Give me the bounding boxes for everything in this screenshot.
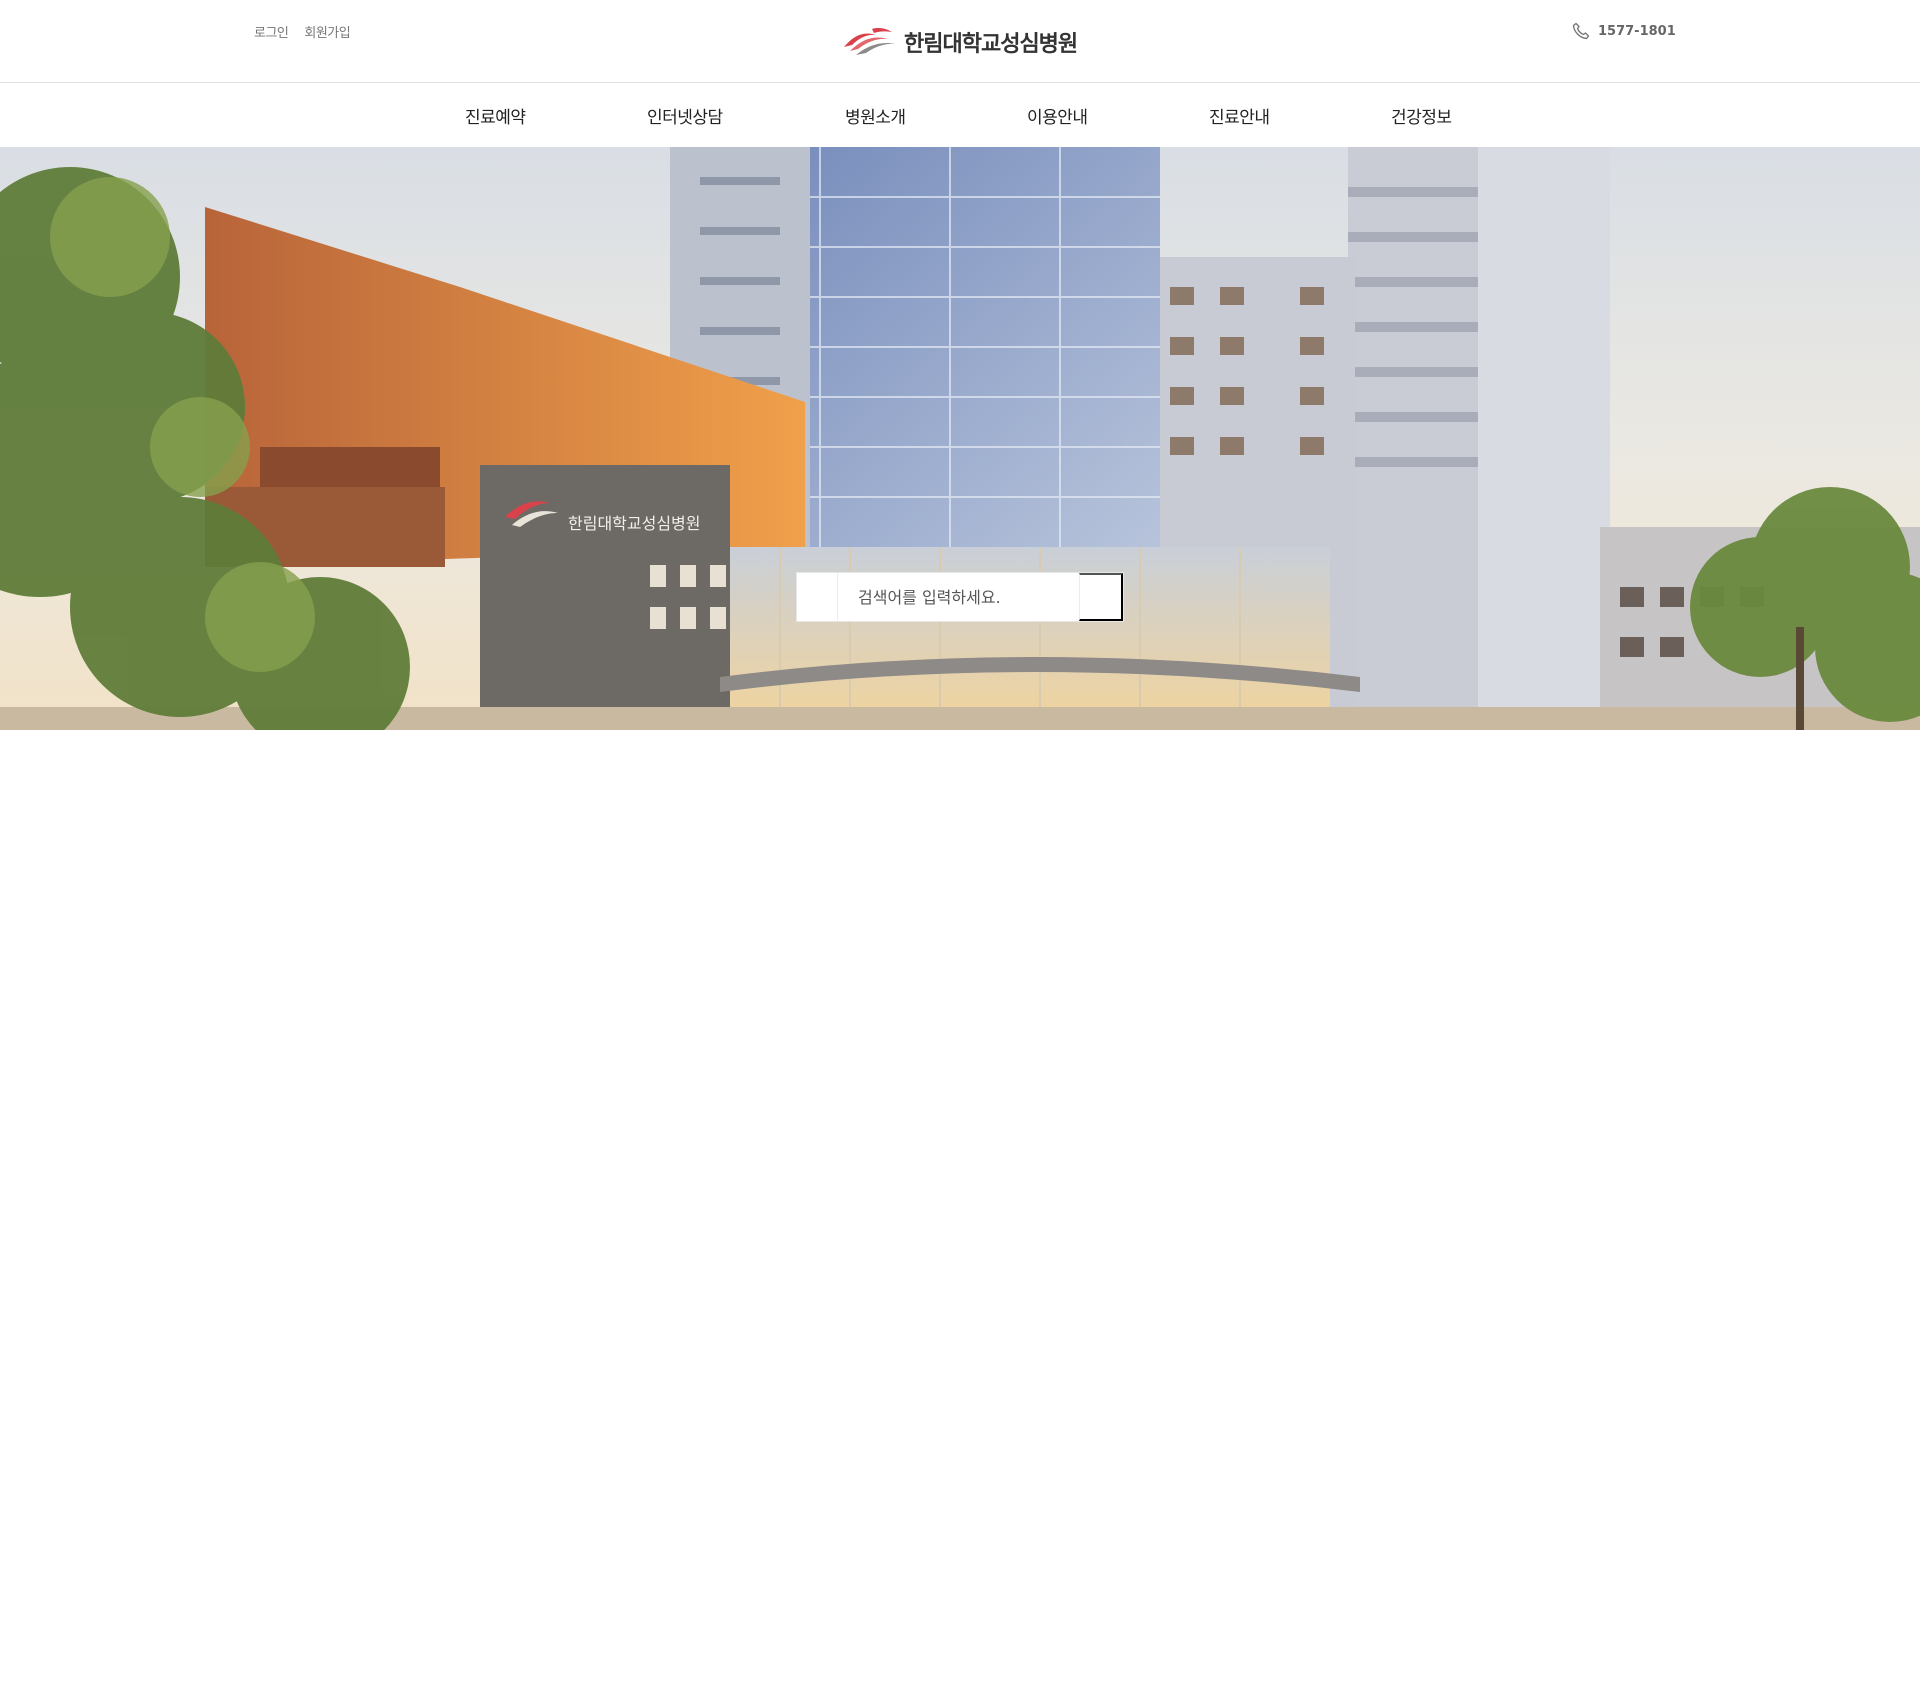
nav-item-treatment-guide[interactable]: 진료안내 — [1209, 103, 1270, 128]
phone-icon — [1572, 22, 1590, 40]
logo-text: 한림대학교성심병원 — [904, 32, 1078, 57]
search-left-divider — [797, 573, 838, 621]
logo-wave-icon — [844, 28, 896, 55]
building-sign-text: 한림대학교성심병원 — [568, 514, 700, 533]
hero-banner: 한림대학교성심병원 — [0, 147, 1920, 730]
utility-links: 로그인 회원가입 — [254, 22, 351, 41]
hospital-building-illustration: 한림대학교성심병원 — [0, 147, 1920, 730]
search-input[interactable] — [838, 573, 1079, 621]
top-header: 로그인 회원가입 한림대학교성심병원 1577-1801 — [0, 0, 1920, 83]
phone-number: 1577-1801 — [1598, 23, 1676, 39]
nav-item-hospital-intro[interactable]: 병원소개 — [845, 103, 906, 128]
login-link[interactable]: 로그인 — [254, 22, 289, 41]
main-navigation: 진료예약 인터넷상담 병원소개 이용안내 진료안내 건강정보 — [0, 83, 1920, 147]
nav-item-health-info[interactable]: 건강정보 — [1391, 103, 1452, 128]
nav-item-online-consult[interactable]: 인터넷상담 — [647, 103, 723, 128]
search-box — [796, 572, 1124, 622]
nav-item-appointment[interactable]: 진료예약 — [465, 103, 526, 128]
search-button[interactable] — [1079, 573, 1123, 621]
signup-link[interactable]: 회원가입 — [304, 22, 350, 41]
hospital-logo[interactable]: 한림대학교성심병원 — [842, 22, 1078, 62]
nav-item-usage-guide[interactable]: 이용안내 — [1027, 103, 1088, 128]
phone-contact: 1577-1801 — [1572, 22, 1676, 40]
